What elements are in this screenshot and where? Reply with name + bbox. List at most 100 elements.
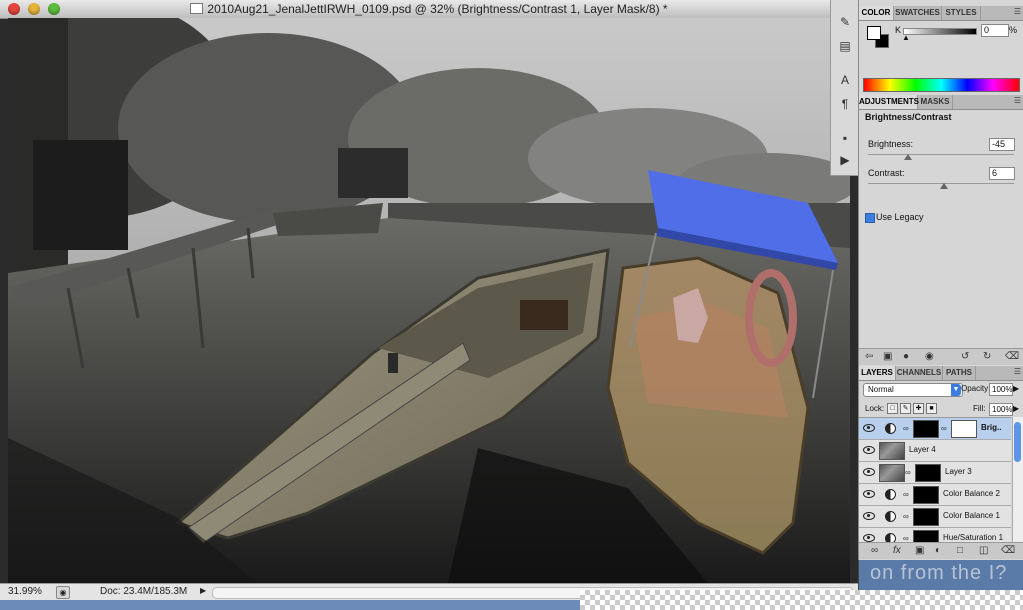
layers-scrollbar-thumb[interactable] — [1014, 422, 1021, 462]
brightness-value-field[interactable]: -45 — [989, 138, 1015, 151]
lock-image-icon[interactable]: ✎ — [900, 403, 911, 414]
title-bar[interactable]: 2010Aug21_JenalJettIRWH_0109.psd @ 32% (… — [0, 0, 858, 19]
foreground-color-swatch[interactable] — [867, 26, 881, 40]
eye-icon[interactable] — [863, 534, 875, 542]
k-slider-thumb-icon[interactable]: ▲ — [902, 33, 910, 42]
tab-paths[interactable]: PATHS — [943, 366, 976, 380]
character-icon[interactable]: A — [836, 72, 854, 88]
layer-row[interactable]: Layer 4 — [859, 440, 1011, 462]
fill-label: Fill: — [973, 404, 986, 413]
mask-link-icon[interactable]: ∞ — [903, 424, 909, 433]
layer-name[interactable]: Layer 4 — [909, 445, 936, 454]
layers-footer: ∞ fx ▣ ◐ □ ◫ ⌫ — [859, 542, 1023, 559]
paragraph-icon[interactable]: ¶ — [836, 96, 854, 112]
eye-icon[interactable] — [863, 446, 875, 454]
layer-row[interactable]: ∞ Color Balance 2 — [859, 484, 1011, 506]
adjustments-footer: ⇦ ▣ ● ◉ ↺ ↻ ⌫ — [859, 348, 1023, 365]
layer-style-icon[interactable]: fx — [893, 545, 901, 556]
opacity-arrow-icon[interactable]: ▶ — [1013, 384, 1019, 393]
status-nav-icon[interactable]: ◉ — [56, 586, 70, 599]
layer-mask-thumbnail[interactable] — [913, 508, 939, 526]
layer-mask-thumbnail[interactable] — [913, 420, 939, 438]
chain-icon[interactable]: ∞ — [941, 424, 947, 433]
contrast-label: Contrast: — [868, 168, 905, 178]
layer-row[interactable]: ∞ Hue/Saturation 1 — [859, 528, 1011, 543]
add-mask-icon[interactable]: ▣ — [915, 545, 924, 556]
eye-icon[interactable] — [863, 490, 875, 498]
lock-label: Lock: — [865, 404, 885, 413]
layer-row[interactable]: ∞ Color Balance 1 — [859, 506, 1011, 528]
panel-menu-icon[interactable]: ☰ — [1014, 367, 1021, 376]
layer-name[interactable]: Hue/Saturation 1 — [943, 533, 1003, 542]
reset-icon[interactable]: ↻ — [983, 351, 991, 362]
k-channel-slider[interactable] — [903, 28, 977, 35]
expanded-view-icon[interactable]: ▣ — [883, 351, 892, 362]
adjustments-panel-tabs: ADJUSTMENTS MASKS ☰ — [859, 95, 1023, 110]
visibility-toggle-icon[interactable]: ◉ — [925, 351, 934, 362]
zoom-level-field[interactable]: 31.99% — [8, 586, 52, 597]
k-channel-value[interactable]: 0 — [981, 24, 1009, 37]
layer-thumbnail[interactable] — [879, 464, 905, 482]
blend-mode-select[interactable]: Normal ▼ — [863, 383, 963, 397]
use-legacy-checkbox[interactable] — [865, 213, 875, 223]
trash-icon[interactable]: ⌫ — [1005, 351, 1019, 362]
layer-name[interactable]: Color Balance 2 — [943, 489, 1000, 498]
image-canvas[interactable] — [8, 18, 850, 583]
opacity-label: Opacity: — [961, 384, 991, 393]
layer-comps-icon[interactable]: ▪ — [836, 130, 854, 146]
tab-layers[interactable]: LAYERS — [859, 366, 896, 380]
edited-photo — [8, 18, 850, 583]
color-spectrum-ramp[interactable] — [863, 78, 1020, 92]
layer-mask-thumbnail[interactable] — [915, 464, 941, 482]
tab-masks[interactable]: MASKS — [918, 95, 953, 109]
clip-to-layer-icon[interactable]: ● — [903, 351, 909, 362]
k-unit-label: % — [1009, 25, 1018, 35]
delete-layer-icon[interactable]: ⌫ — [1001, 545, 1015, 556]
fill-arrow-icon[interactable]: ▶ — [1013, 404, 1019, 413]
tab-color[interactable]: COLOR — [859, 6, 894, 20]
new-group-icon[interactable]: □ — [957, 545, 963, 556]
layer-name[interactable]: Layer 3 — [945, 467, 972, 476]
layer-mask-thumbnail[interactable] — [913, 486, 939, 504]
chain-icon[interactable]: ∞ — [905, 468, 911, 477]
previous-state-icon[interactable]: ↺ — [961, 351, 969, 362]
tab-styles[interactable]: STYLES — [942, 6, 981, 20]
tab-swatches[interactable]: SWATCHES — [894, 6, 942, 20]
eye-icon[interactable] — [863, 512, 875, 520]
new-adjustment-icon[interactable]: ◐ — [935, 545, 941, 556]
contrast-slider-thumb[interactable] — [940, 183, 948, 189]
panel-menu-icon[interactable]: ☰ — [1014, 96, 1021, 105]
brightness-slider-track[interactable] — [868, 154, 1014, 155]
brush-icon[interactable]: ✎ — [836, 14, 854, 30]
panel-menu-icon[interactable]: ☰ — [1014, 7, 1021, 16]
opacity-field[interactable]: 100% — [989, 383, 1013, 396]
contrast-value-field[interactable]: 6 — [989, 167, 1015, 180]
layer-name[interactable]: Color Balance 1 — [943, 511, 1000, 520]
lock-all-icon[interactable]: ■ — [926, 403, 937, 414]
lock-position-icon[interactable]: ✚ — [913, 403, 924, 414]
layer-name[interactable]: Brig.. — [981, 423, 1001, 432]
eye-icon[interactable] — [863, 424, 875, 432]
layer-row[interactable]: ∞ Layer 3 — [859, 462, 1011, 484]
tab-channels[interactable]: CHANNELS — [896, 366, 943, 380]
eye-icon[interactable] — [863, 468, 875, 476]
return-to-list-icon[interactable]: ⇦ — [865, 351, 873, 362]
actions-icon[interactable]: ▶ — [836, 152, 854, 168]
link-layers-icon[interactable]: ∞ — [871, 545, 878, 556]
layer-list: ∞ ∞ Brig.. Layer 4 ∞ Layer 3 ∞ Color Bal… — [859, 417, 1011, 543]
new-layer-icon[interactable]: ◫ — [979, 545, 988, 556]
layer-thumbnail[interactable] — [879, 442, 905, 460]
chain-icon[interactable]: ∞ — [903, 512, 909, 521]
status-menu-arrow-icon[interactable]: ▶ — [200, 586, 206, 595]
chevron-down-icon[interactable]: ▼ — [951, 384, 961, 396]
fill-field[interactable]: 100% — [989, 403, 1013, 416]
tab-adjustments[interactable]: ADJUSTMENTS — [859, 95, 919, 109]
brightness-slider-thumb[interactable] — [904, 154, 912, 160]
vector-mask-thumbnail[interactable] — [951, 420, 977, 438]
layer-row[interactable]: ∞ ∞ Brig.. — [859, 418, 1011, 440]
layers-scrollbar[interactable] — [1012, 417, 1023, 542]
clone-source-icon[interactable]: ▤ — [836, 38, 854, 54]
panel-dock: COLOR SWATCHES STYLES ☰ K ▲ 0 % ADJUSTME… — [858, 0, 1023, 560]
lock-transparent-icon[interactable]: □ — [887, 403, 898, 414]
chain-icon[interactable]: ∞ — [903, 490, 909, 499]
